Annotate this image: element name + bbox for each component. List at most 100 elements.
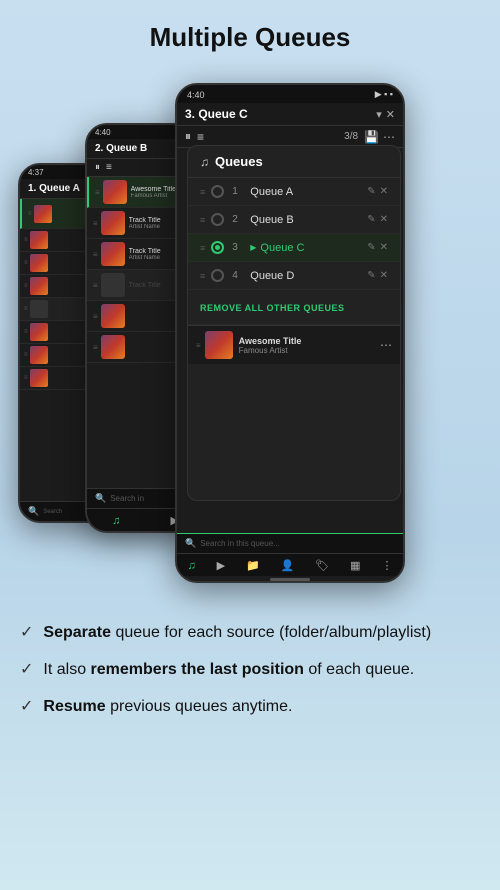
remove-all-label: REMOVE ALL OTHER QUEUES <box>200 303 345 313</box>
search-icon-2: 🔍 <box>95 493 106 504</box>
queue-radio-a <box>211 185 224 198</box>
drag-icon: ≡ <box>24 375 28 381</box>
more-icon[interactable]: ⋯ <box>383 130 395 144</box>
now-playing-thumbnail <box>205 331 233 359</box>
pause-icon[interactable]: ⏸ <box>185 129 191 144</box>
search-text-3: Search in this queue... <box>200 539 280 548</box>
more-button[interactable]: ⋯ <box>380 338 392 352</box>
queue-row-a[interactable]: ≡ 1 Queue A ✎ ✕ <box>188 178 400 206</box>
track-thumbnail <box>101 304 125 328</box>
queues-panel-title: Queues <box>215 154 263 169</box>
queue-num-b: 2 <box>232 214 242 225</box>
drag-icon: ≡ <box>200 271 205 281</box>
track-thumbnail <box>30 300 48 318</box>
track-thumbnail <box>30 277 48 295</box>
drag-icon: ≡ <box>200 215 205 225</box>
drag-icon: ≡ <box>24 260 28 266</box>
queue-name-d: Queue D <box>250 270 361 282</box>
person-nav-icon[interactable]: 👤 <box>281 559 295 572</box>
checkmark-icon: ✓ <box>20 696 33 716</box>
track-thumbnail <box>30 254 48 272</box>
track-thumbnail <box>34 205 52 223</box>
sort-icon[interactable]: ≡ <box>197 130 204 144</box>
edit-icon[interactable]: ✎ <box>367 214 375 225</box>
feature-item-3: ✓ Resume previous queues anytime. <box>20 695 472 718</box>
delete-icon[interactable]: ✕ <box>380 214 388 225</box>
drag-icon: ≡ <box>93 343 98 352</box>
drag-icon: ≡ <box>200 187 205 197</box>
save-icon[interactable]: 💾 <box>364 130 379 144</box>
feature-item-2: ✓ It also remembers the last position of… <box>20 658 472 681</box>
delete-icon[interactable]: ✕ <box>380 242 388 253</box>
home-indicator <box>270 578 310 581</box>
delete-icon[interactable]: ✕ <box>380 270 388 281</box>
drag-icon: ≡ <box>95 188 100 197</box>
queue-header-3: 3. Queue C ▾ ✕ <box>177 103 403 126</box>
queue-name-a: Queue A <box>250 186 361 198</box>
track-thumbnail <box>101 211 125 235</box>
queue-row-d[interactable]: ≡ 4 Queue D ✎ ✕ <box>188 262 400 290</box>
drag-icon: ≡ <box>24 237 28 243</box>
drag-icon: ≡ <box>93 219 98 228</box>
time-2: 4:40 <box>95 128 111 137</box>
feature-text-1: Separate queue for each source (folder/a… <box>43 621 431 644</box>
features-list: ✓ Separate queue for each source (folder… <box>0 603 500 757</box>
track-thumbnail <box>30 369 48 387</box>
status-bar-3: 4:40 ▶ ▪ ▪ <box>177 85 403 103</box>
page-title: Multiple Queues <box>0 0 500 63</box>
feature-bold-2: remembers the last position <box>91 661 304 678</box>
equalizer-nav-icon[interactable]: ▦ <box>350 559 360 572</box>
bottom-nav-3: ♫ ▶ 📁 👤 🏷 ▦ ⋮ <box>177 553 403 576</box>
tag-nav-icon[interactable]: 🏷 <box>315 559 329 572</box>
queues-panel: ♫ Queues ≡ 1 Queue A ✎ ✕ ≡ 2 Que <box>187 145 401 501</box>
more-nav-icon[interactable]: ⋮ <box>381 559 392 572</box>
feature-text-2: It also remembers the last position of e… <box>43 658 414 681</box>
edit-icon[interactable]: ✎ <box>367 242 375 253</box>
chevron-down-icon[interactable]: ▾ <box>376 108 382 121</box>
checkmark-icon: ✓ <box>20 622 33 642</box>
sort-icon[interactable]: ≡ <box>106 162 112 173</box>
search-bar-3[interactable]: 🔍 Search in this queue... <box>177 533 403 553</box>
queue-row-b[interactable]: ≡ 2 Queue B ✎ ✕ <box>188 206 400 234</box>
drag-icon: ≡ <box>24 306 28 312</box>
delete-icon[interactable]: ✕ <box>380 186 388 197</box>
search-text-2: Search in <box>110 494 144 503</box>
drag-icon: ≡ <box>24 329 28 335</box>
phone-3: 4:40 ▶ ▪ ▪ 3. Queue C ▾ ✕ ⏸ ≡ 3/8 💾 ⋯ ♫ … <box>175 83 405 583</box>
checkmark-icon: ✓ <box>20 659 33 679</box>
track-thumbnail <box>30 346 48 364</box>
queue-nav-icon[interactable]: ♫ <box>112 515 120 527</box>
queue-nav-icon[interactable]: ♫ <box>187 560 195 572</box>
close-icon[interactable]: ✕ <box>386 108 395 121</box>
queue-num-d: 4 <box>232 270 242 281</box>
now-playing-title: Awesome Title <box>239 336 380 346</box>
edit-icon[interactable]: ✎ <box>367 270 375 281</box>
drag-icon: ≡ <box>28 211 32 217</box>
track-thumbnail <box>30 231 48 249</box>
remove-all-button[interactable]: REMOVE ALL OTHER QUEUES <box>188 290 400 325</box>
drag-icon: ≡ <box>24 283 28 289</box>
queues-panel-header: ♫ Queues <box>188 146 400 178</box>
drag-icon: ≡ <box>93 281 98 290</box>
queue-name-3: 3. Queue C <box>185 107 372 121</box>
edit-icon[interactable]: ✎ <box>367 186 375 197</box>
queue-radio-d <box>211 269 224 282</box>
time-3: 4:40 <box>187 90 205 100</box>
track-thumbnail <box>101 335 125 359</box>
queue-name-c: Queue C <box>260 242 361 254</box>
queue-row-c[interactable]: ≡ 3 ▶ Queue C ✎ ✕ <box>188 234 400 262</box>
signal-icons-3: ▶ ▪ ▪ <box>375 89 393 100</box>
now-playing-artist: Famous Artist <box>239 346 380 355</box>
now-playing-bar: ≡ Awesome Title Famous Artist ⋯ <box>188 325 400 364</box>
feature-text-3: Resume previous queues anytime. <box>43 695 292 718</box>
play-nav-icon[interactable]: ▶ <box>217 559 225 572</box>
feature-bold-1: Separate <box>43 624 111 641</box>
drag-icon: ≡ <box>24 352 28 358</box>
drag-icon: ≡ <box>93 312 98 321</box>
playing-icon: ▶ <box>250 243 256 252</box>
drag-icon: ≡ <box>200 243 205 253</box>
track-thumbnail <box>101 242 125 266</box>
track-thumbnail <box>101 273 125 297</box>
folder-nav-icon[interactable]: 📁 <box>246 559 260 572</box>
pause-icon[interactable]: ⏸ <box>95 162 100 173</box>
